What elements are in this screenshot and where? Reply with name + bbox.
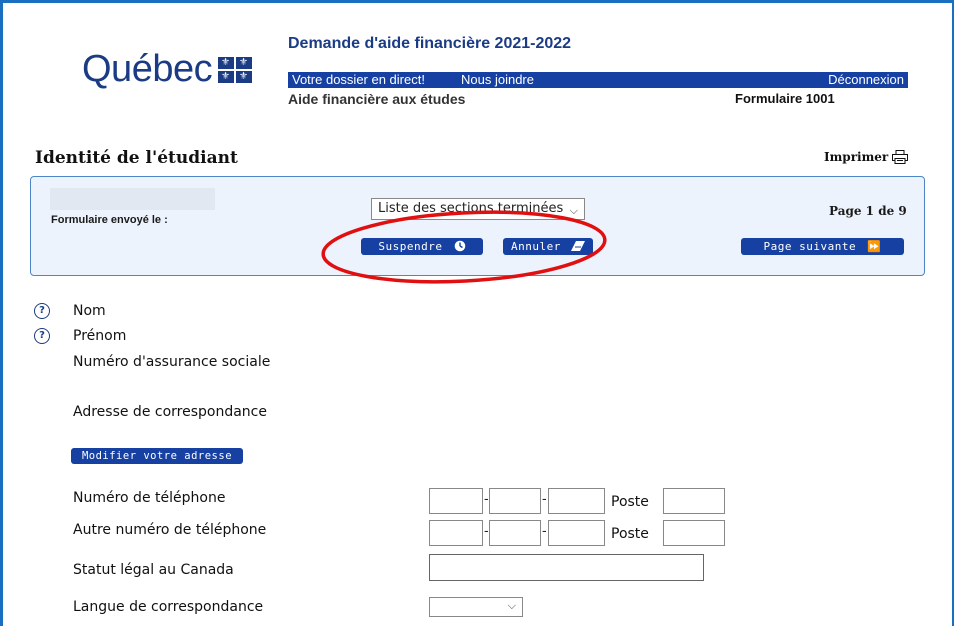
- double-arrow-icon: ⏩: [867, 240, 882, 253]
- highlight-ellipse: [321, 210, 607, 284]
- label-poste: Poste: [611, 526, 649, 542]
- chevron-down-icon: ⌵: [507, 599, 516, 612]
- modify-address-button[interactable]: Modifier votre adresse: [71, 448, 243, 464]
- form-number: Formulaire 1001: [735, 91, 835, 106]
- phone-extension-input[interactable]: [663, 488, 725, 514]
- logout-link[interactable]: Déconnexion: [828, 72, 904, 88]
- help-icon[interactable]: ?: [34, 328, 50, 344]
- nav-link-contact[interactable]: Nous joindre: [461, 72, 534, 88]
- separator: -: [484, 524, 489, 539]
- phone-prefix-input[interactable]: [489, 488, 541, 514]
- phone-number-input[interactable]: [548, 488, 605, 514]
- separator: -: [542, 524, 547, 539]
- redacted-field: [50, 188, 215, 210]
- help-icon[interactable]: ?: [34, 303, 50, 319]
- alt-phone-number-input[interactable]: [548, 520, 605, 546]
- label-nom: Nom: [73, 303, 106, 319]
- label-alt-phone: Autre numéro de téléphone: [73, 522, 267, 538]
- print-label: Imprimer: [824, 150, 889, 164]
- alt-phone-area-input[interactable]: [429, 520, 483, 546]
- language-select[interactable]: ⌵: [429, 597, 523, 617]
- page-title: Identité de l'étudiant: [35, 148, 238, 168]
- logo-text: Québec: [82, 48, 213, 90]
- label-address: Adresse de correspondance: [73, 404, 267, 420]
- label-language: Langue de correspondance: [73, 599, 264, 615]
- legal-status-field[interactable]: [429, 554, 704, 581]
- label-poste: Poste: [611, 494, 649, 510]
- page-indicator: Page 1 de 9: [829, 204, 907, 218]
- separator: -: [542, 492, 547, 507]
- next-page-button[interactable]: Page suivante ⏩: [741, 238, 904, 255]
- app-title: Demande d'aide financière 2021-2022: [288, 35, 572, 52]
- print-button[interactable]: Imprimer: [824, 150, 909, 164]
- label-nas: Numéro d'assurance sociale: [73, 354, 271, 370]
- label-legal-status: Statut légal au Canada: [73, 562, 234, 578]
- label-prenom: Prénom: [73, 328, 127, 344]
- quebec-logo: Québec ⚜ ⚜ ⚜ ⚜: [82, 48, 253, 91]
- header-subtitle: Aide financière aux études: [288, 91, 466, 107]
- alt-phone-extension-input[interactable]: [663, 520, 725, 546]
- nav-link-dossier[interactable]: Votre dossier en direct!: [292, 72, 425, 88]
- phone-area-input[interactable]: [429, 488, 483, 514]
- sent-date-label: Formulaire envoyé le :: [51, 214, 168, 226]
- label-phone: Numéro de téléphone: [73, 490, 226, 506]
- alt-phone-prefix-input[interactable]: [489, 520, 541, 546]
- separator: -: [484, 492, 489, 507]
- flag-icon: ⚜ ⚜ ⚜ ⚜: [218, 56, 253, 83]
- top-navigation-bar: Votre dossier en direct! Nous joindre Dé…: [288, 72, 908, 88]
- next-page-label: Page suivante: [763, 240, 857, 253]
- printer-icon: [892, 150, 909, 164]
